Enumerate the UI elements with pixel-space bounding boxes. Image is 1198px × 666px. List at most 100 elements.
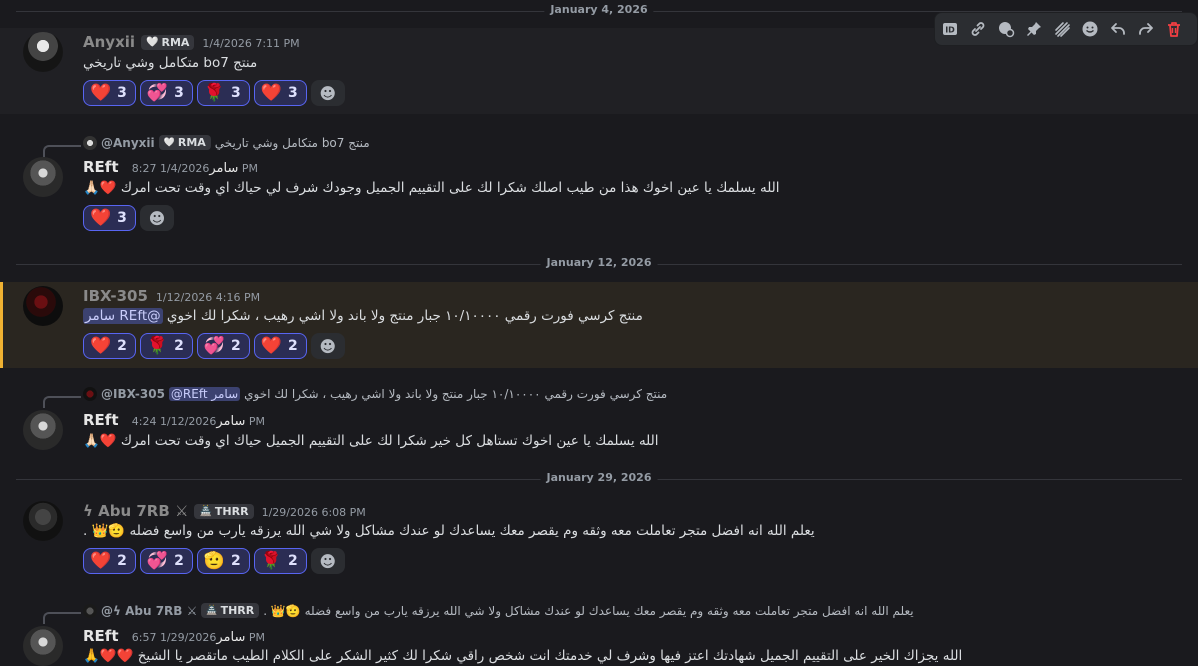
message-author[interactable]: Anyxii 🤍 RMA 1/4/2026 7:11 PM (83, 33, 300, 51)
reply-connector (43, 612, 81, 624)
author-name[interactable]: REft (83, 158, 119, 176)
date-divider: January 29, 2026 (16, 471, 1182, 484)
avatar[interactable] (23, 32, 63, 72)
reply-author[interactable]: @IBX-305 (101, 387, 165, 401)
smiley-icon: ☻ (319, 83, 337, 103)
author-suffix: سامر (216, 414, 246, 429)
reaction[interactable]: 💞 3 (139, 80, 193, 106)
reply-text: منتج كرسي فورت رقمي ١٠/١٠٠٠٠ جبار منتج و… (244, 387, 668, 401)
date-divider-label: January 29, 2026 (540, 471, 658, 484)
timestamp[interactable]: 1/12/2026 4:16 PM (156, 291, 260, 304)
reaction[interactable]: ❤️ 3 (83, 205, 136, 231)
author-name[interactable]: Anyxii (83, 33, 135, 51)
id-icon[interactable]: ID (939, 18, 961, 40)
reply-preview[interactable]: @ϟ Abu 7RB ⚔ 🏯 THRR يعلم الله انه افضل مت… (83, 603, 914, 618)
reaction[interactable]: 🌹 3 (196, 80, 250, 106)
reaction-count: 2 (287, 553, 298, 569)
message-content: الله يسلمك يا عين اخوك هذا من طيب اصلك ش… (83, 180, 780, 196)
reaction-emoji: ❤️ (260, 335, 282, 356)
delete-icon[interactable] (1163, 18, 1185, 40)
reaction-count: 2 (287, 338, 298, 354)
message-author[interactable]: REft سامر1/4/2026 8:27 PM (83, 158, 258, 176)
reaction[interactable]: 💞 2 (196, 333, 250, 359)
add-reaction-button[interactable]: ☻ (310, 548, 345, 574)
date-divider-label: January 4, 2026 (544, 3, 654, 16)
heart-icon: 🤍 (163, 137, 175, 148)
castle-icon: 🏯 (199, 506, 212, 517)
role-tag-label: THRR (214, 505, 249, 518)
reaction-count: 2 (117, 338, 127, 354)
add-reaction-button[interactable]: ☻ (139, 205, 174, 231)
reaction-bar: ❤️ 2 💞 2 🫡 2 🌹 2 ☻ (83, 548, 345, 574)
user-mention[interactable]: @REft سامر (168, 387, 241, 401)
reply-preview[interactable]: @Anyxii 🤍 RMA منتج bo7 متكامل وشي تاريخي (83, 135, 370, 150)
message-author[interactable]: ϟ Abu 7RB ⚔ 🏯 THRR 1/29/2026 6:08 PM (83, 502, 366, 520)
reply-thread-icon[interactable] (995, 18, 1017, 40)
reaction[interactable]: ❤️ 2 (83, 548, 136, 574)
reaction-count: 3 (117, 210, 127, 226)
user-mention[interactable]: @REft سامر (83, 308, 163, 324)
avatar[interactable] (23, 501, 63, 541)
avatar[interactable] (23, 410, 63, 450)
add-reaction-button[interactable]: ☻ (310, 333, 345, 359)
timestamp[interactable]: 1/12/2026 4:24 PM (132, 415, 265, 428)
reaction[interactable]: 💞 2 (139, 548, 193, 574)
smiley-icon: ☻ (148, 208, 166, 228)
link-icon[interactable] (967, 18, 989, 40)
reply-text: يعلم الله انه افضل متجر تعاملت معه وثقه … (263, 603, 914, 618)
author-name[interactable]: IBX-305 (83, 287, 148, 305)
message-author[interactable]: REft سامر1/12/2026 4:24 PM (83, 411, 265, 429)
reply-avatar (83, 135, 97, 150)
reply-avatar (83, 387, 97, 401)
timestamp[interactable]: 1/4/2026 8:27 PM (132, 162, 258, 175)
role-tag: 🏯 THRR (201, 603, 260, 618)
reaction[interactable]: 🌹 2 (139, 333, 193, 359)
forward-arrow-icon[interactable] (1135, 18, 1157, 40)
author-name[interactable]: REft (83, 627, 119, 645)
reaction-count: 2 (231, 553, 241, 569)
pin-icon[interactable] (1023, 18, 1045, 40)
add-reaction-button[interactable]: ☻ (310, 80, 345, 106)
reaction[interactable]: ❤️ 3 (253, 80, 307, 106)
reply-author[interactable]: @Anyxii (101, 136, 155, 150)
smiley-icon: ☻ (319, 551, 337, 571)
reaction[interactable]: 🫡 2 (196, 548, 250, 574)
reply-icon[interactable] (1107, 18, 1129, 40)
message-author[interactable]: REft سامر1/29/2026 6:57 PM (83, 627, 265, 645)
role-tag[interactable]: 🤍 RMA (141, 35, 195, 50)
avatar[interactable] (23, 626, 63, 666)
timestamp[interactable]: 1/29/2026 6:57 PM (132, 631, 265, 644)
author-name[interactable]: ϟ Abu 7RB ⚔ (83, 502, 188, 520)
reaction[interactable]: ❤️ 3 (83, 80, 136, 106)
reaction[interactable]: ❤️ 2 (83, 333, 136, 359)
timestamp[interactable]: 1/4/2026 7:11 PM (202, 37, 299, 50)
reaction-count: 2 (174, 553, 184, 569)
role-tag-label: RMA (177, 136, 206, 149)
reply-preview[interactable]: @IBX-305 @REft سامر منتج كرسي فورت رقمي … (83, 387, 667, 401)
author-suffix: سامر (209, 161, 239, 176)
role-tag-label: THRR (220, 604, 255, 617)
forward-icon[interactable] (1051, 18, 1073, 40)
avatar[interactable] (23, 157, 63, 197)
reaction-count: 2 (231, 338, 241, 354)
author-name[interactable]: REft (83, 411, 119, 429)
add-reaction-icon[interactable] (1079, 18, 1101, 40)
castle-icon: 🏯 (206, 605, 218, 616)
reply-author[interactable]: @ϟ Abu 7RB ⚔ (101, 604, 197, 618)
role-tag[interactable]: 🏯 THRR (194, 504, 254, 519)
reaction-emoji: ❤️ (90, 335, 112, 356)
reaction[interactable]: 🌹 2 (253, 548, 307, 574)
role-tag-label: RMA (161, 36, 190, 49)
reaction-emoji: 🌹 (260, 550, 282, 571)
message-author[interactable]: IBX-305 1/12/2026 4:16 PM (83, 287, 260, 305)
reply-connector (43, 145, 81, 157)
date-divider: January 12, 2026 (16, 256, 1182, 269)
timestamp[interactable]: 1/29/2026 6:08 PM (262, 506, 366, 519)
reaction-count: 3 (174, 85, 184, 101)
role-tag: 🤍 RMA (158, 135, 211, 150)
avatar[interactable] (23, 286, 63, 326)
reaction-emoji: 🌹 (203, 82, 226, 103)
message-toolbar: ID (934, 12, 1198, 46)
reaction[interactable]: ❤️ 2 (253, 333, 307, 359)
reaction-emoji: ❤️ (90, 550, 112, 571)
